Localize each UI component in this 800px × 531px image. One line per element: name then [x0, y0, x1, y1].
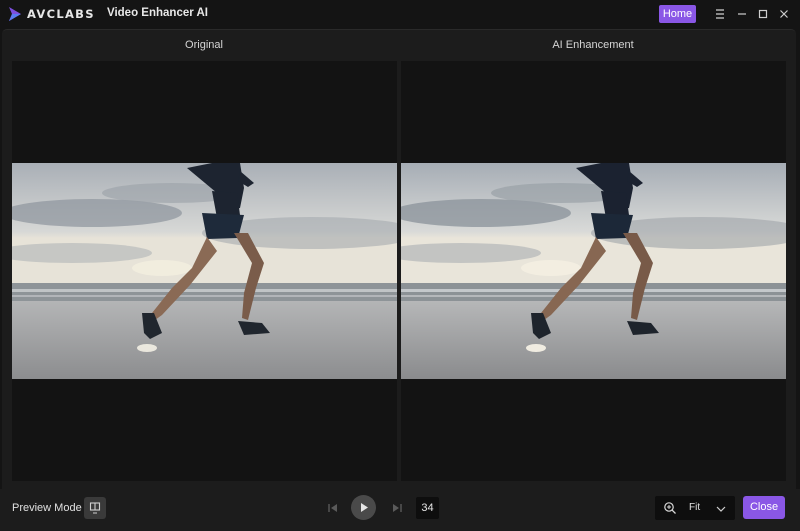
- ai-enhancement-pane: [401, 61, 786, 481]
- app-title: Video Enhancer AI: [107, 7, 208, 19]
- title-bar: AVCLABS Video Enhancer AI Home: [0, 0, 800, 28]
- avclabs-logo-icon: [8, 6, 22, 22]
- frame-number[interactable]: 34: [416, 497, 439, 519]
- enhanced-video-frame: [401, 163, 786, 379]
- close-button[interactable]: Close: [743, 496, 785, 519]
- brand-name: AVCLABS: [27, 7, 95, 21]
- close-window-icon[interactable]: [776, 5, 792, 23]
- preview-mode-button[interactable]: [84, 497, 106, 519]
- zoom-select[interactable]: Fit: [655, 496, 735, 520]
- play-icon: [351, 503, 376, 524]
- comparison-panel: Original AI Enhancement: [2, 29, 796, 489]
- maximize-icon[interactable]: [755, 5, 771, 23]
- ai-enhancement-label: AI Enhancement: [552, 39, 634, 51]
- zoom-value: Fit: [689, 502, 701, 513]
- skip-forward-icon[interactable]: [390, 501, 404, 515]
- bottom-toolbar: Preview Mode 34 Fit Close: [0, 489, 800, 531]
- home-button[interactable]: Home: [659, 5, 696, 23]
- original-label: Original: [185, 39, 223, 51]
- chevron-down-icon[interactable]: [715, 502, 727, 514]
- minimize-icon[interactable]: [734, 5, 750, 23]
- original-pane: [12, 61, 397, 481]
- original-video-frame: [12, 163, 397, 379]
- menu-icon[interactable]: [712, 5, 728, 23]
- zoom-in-icon[interactable]: [663, 501, 677, 515]
- preview-mode-label: Preview Mode: [12, 502, 82, 514]
- skip-back-icon[interactable]: [326, 501, 340, 515]
- preview-mode-icon: [84, 502, 106, 523]
- play-button[interactable]: [351, 495, 376, 520]
